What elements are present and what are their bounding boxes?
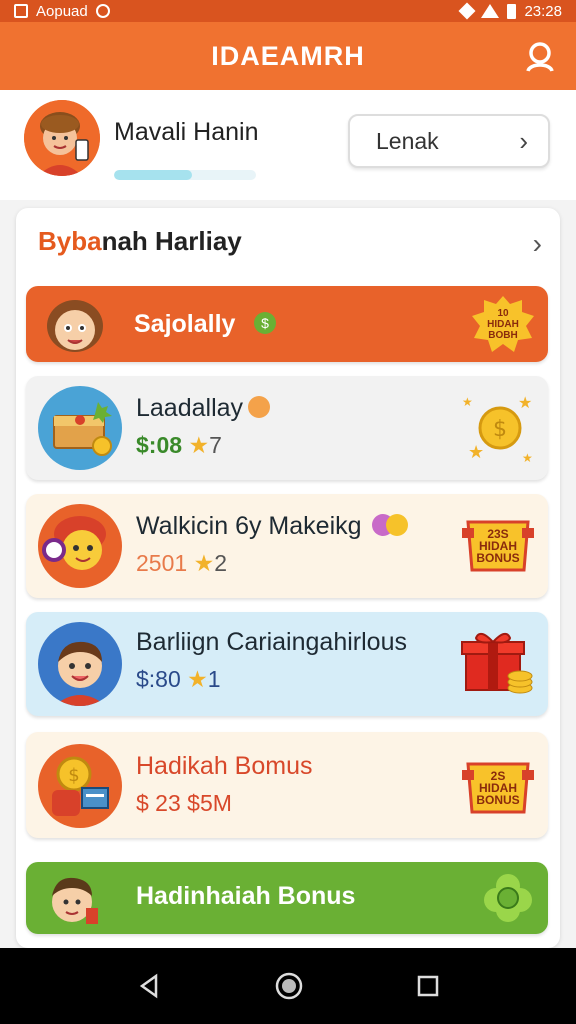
avatar[interactable] — [24, 100, 100, 176]
status-time: 23:28 — [524, 2, 562, 20]
list-item-title: Hadinhaiah Bonus — [136, 882, 356, 910]
profile-section: Mavali Hanin Lenak › — [0, 90, 576, 200]
profile-icon[interactable] — [524, 40, 556, 72]
list-item-value: $:08 ★7 — [136, 432, 222, 459]
status-app-label: Aopuad — [36, 2, 88, 20]
system-navigation-bar — [0, 948, 576, 1024]
list-item-title: Barliign Cariaingahirlous — [136, 628, 407, 656]
bonus-badge: 10 HIDAH BOBH — [470, 294, 536, 354]
list-item-value: $:80 ★1 — [136, 666, 221, 693]
value-count: $5M — [187, 790, 232, 816]
star-icon: ★ — [193, 550, 215, 576]
character-icon — [44, 294, 106, 354]
svg-text:$: $ — [493, 417, 507, 442]
location-icon — [458, 2, 476, 20]
boy-avatar-icon — [38, 622, 122, 706]
clover-icon — [480, 870, 536, 926]
cake-box-icon — [38, 386, 122, 470]
badge-line: BOBH — [488, 330, 518, 341]
coin-icon: $ — [254, 312, 276, 334]
value-count: 1 — [207, 666, 221, 692]
star-icon: ★ — [188, 432, 210, 458]
level-button[interactable]: Lenak › — [348, 114, 550, 168]
list-item-title: Walkicin 6y Makeikg — [136, 512, 362, 540]
value-count: 7 — [209, 432, 222, 458]
section-title-rest: nah Harliay — [101, 226, 242, 256]
level-progress-fill — [114, 170, 193, 180]
emoji-icon — [248, 396, 270, 418]
level-button-label: Lenak — [376, 127, 439, 154]
bonus-badge: 2S HIDAH BONUS — [460, 750, 536, 826]
list-item-value: 2501 ★2 — [136, 550, 227, 577]
svg-text:★: ★ — [468, 442, 484, 462]
badge-line: BONUS — [476, 551, 520, 565]
svg-text:$: $ — [68, 765, 79, 786]
value-amount: $:80 — [136, 666, 181, 692]
level-progress-bar — [114, 170, 256, 180]
battery-icon — [507, 3, 517, 19]
gift-box-icon — [458, 626, 536, 702]
home-circle-icon[interactable] — [274, 971, 304, 1001]
back-triangle-icon[interactable] — [136, 973, 162, 999]
app-title: IDAEAMRH — [211, 40, 365, 71]
list-item-orange[interactable]: Sajolally $ 10 HIDAH BOBH — [26, 286, 548, 362]
daily-bonus-card: Bybanah Harliay › Sajolally $ 10 HIDAH B… — [16, 208, 560, 948]
star-icon: ★ — [187, 666, 208, 692]
list-item-grey[interactable]: Laadallay $:08 ★7 $ ★ ★ ★ ★ — [26, 376, 548, 480]
list-item-blue[interactable]: Barliign Cariaingahirlous $:80 ★1 — [26, 612, 548, 716]
status-bar: Aopuad 23:28 — [0, 0, 576, 22]
coin-bag-icon: $ — [38, 744, 122, 828]
list-item-title: Hadikah Bomus — [136, 752, 313, 780]
value-amount: $:08 — [136, 432, 183, 458]
recent-square-icon[interactable] — [416, 974, 440, 998]
chevron-right-icon: › — [519, 125, 528, 156]
character-icon — [42, 868, 104, 930]
bonus-badge: 23S HIDAH BONUS — [460, 508, 536, 584]
value-amount: $ 23 — [136, 790, 181, 816]
coin-stars-icon: $ ★ ★ ★ ★ — [460, 388, 536, 468]
notification-icon — [14, 4, 28, 18]
badge-line: BONUS — [476, 793, 520, 807]
value-count: 2 — [214, 550, 227, 576]
signal-icon — [481, 4, 500, 18]
list-item-value: $ 23 $5M — [136, 790, 232, 817]
list-item-cream[interactable]: $ Hadikah Bomus $ 23 $5M 2S HIDAH BONUS — [26, 732, 548, 838]
coins-icon — [372, 514, 412, 536]
svg-text:★: ★ — [462, 395, 473, 409]
list-item-title: Laadallay — [136, 394, 244, 422]
section-title[interactable]: Bybanah Harliay — [38, 226, 242, 257]
badge-line: HIDAH — [487, 319, 519, 330]
chevron-right-icon[interactable]: › — [533, 228, 542, 260]
section-title-accent: Byba — [38, 226, 102, 256]
value-amount: 2501 — [136, 550, 188, 576]
chat-icon — [95, 4, 110, 18]
app-bar: IDAEAMRH — [0, 22, 576, 90]
list-item-cream[interactable]: Walkicin 6y Makeikg 2501 ★2 23S HIDAH BO… — [26, 494, 548, 598]
character-icon — [38, 504, 122, 588]
svg-text:★: ★ — [522, 451, 533, 465]
user-name: Mavali Hanin — [114, 118, 259, 146]
svg-text:★: ★ — [518, 395, 532, 412]
list-item-green[interactable]: Hadinhaiah Bonus — [26, 862, 548, 934]
badge-line: 10 — [497, 308, 509, 319]
list-item-title: Sajolally — [134, 310, 236, 338]
